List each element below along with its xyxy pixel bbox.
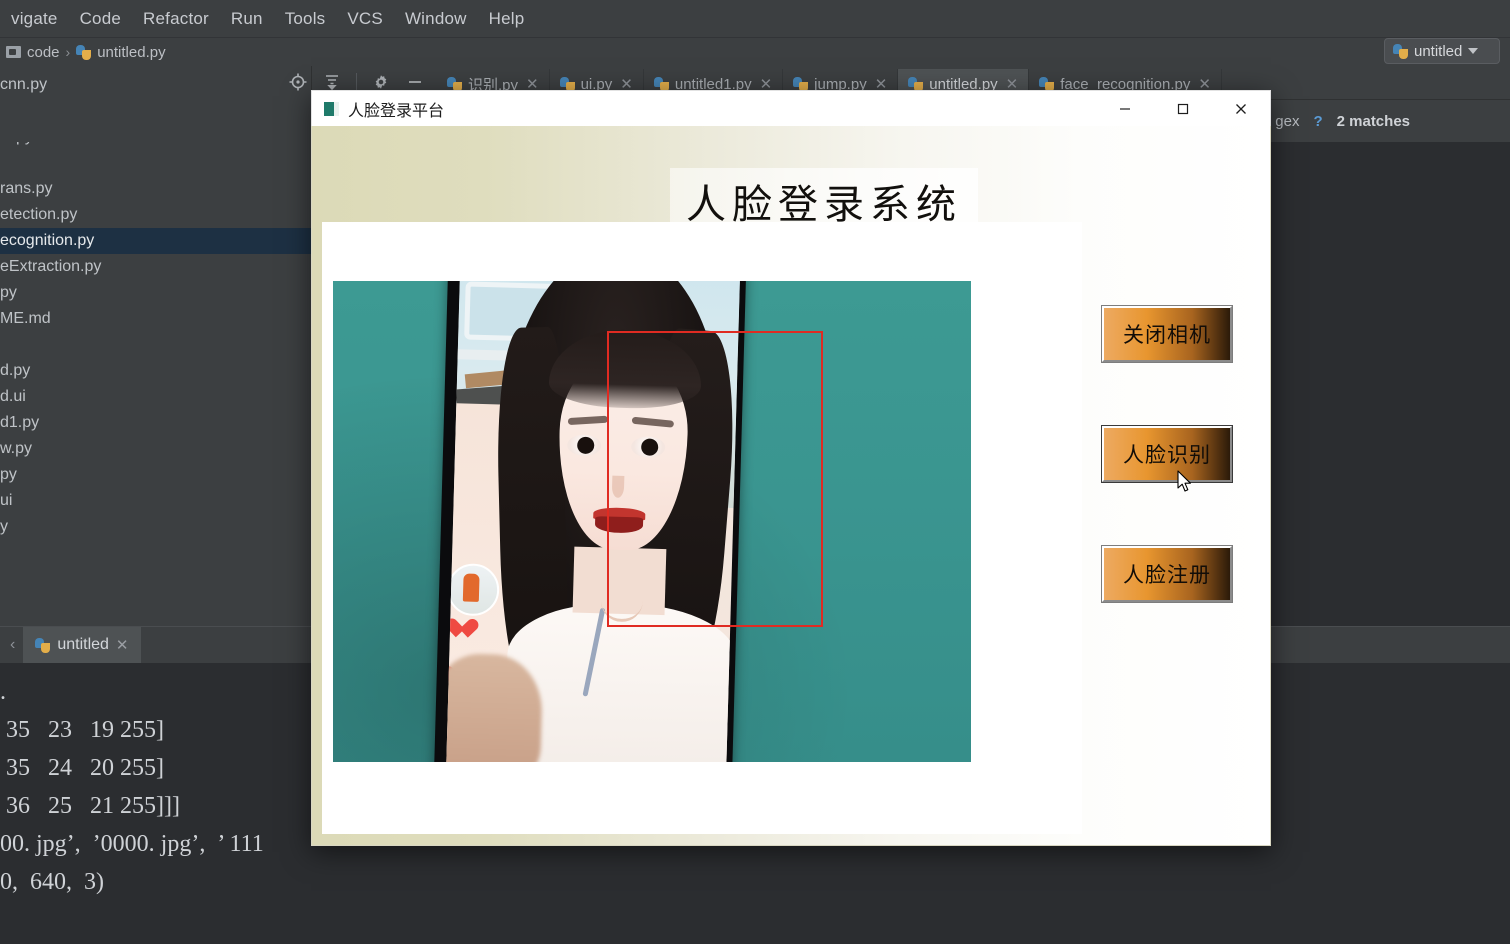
menu-bar: vigate Code Refactor Run Tools VCS Windo… — [0, 0, 1510, 38]
python-config-icon — [1393, 43, 1408, 59]
list-item[interactable]: etection.py — [0, 202, 311, 228]
face-register-button[interactable]: 人脸注册 — [1101, 545, 1233, 603]
file-label: w.py — [0, 440, 33, 457]
breadcrumb-separator-icon: › — [65, 44, 71, 60]
run-tab-label: untitled — [57, 636, 109, 653]
breadcrumb-root[interactable]: code — [27, 44, 60, 61]
file-label: y — [0, 518, 8, 535]
list-item[interactable]: py — [0, 280, 311, 306]
match-count-label: 2 matches — [1336, 112, 1410, 130]
menu-item-vcs[interactable]: VCS — [336, 9, 394, 29]
app-window-icon — [324, 101, 339, 116]
breadcrumb: code › untitled.py — [0, 38, 1510, 66]
menu-item-code[interactable]: Code — [69, 9, 132, 29]
dialog-body: 人脸登录系统 关闭相机 人脸识别 人脸注册 — [311, 126, 1271, 846]
button-label: 人脸注册 — [1123, 564, 1211, 587]
hide-icon[interactable] — [405, 72, 425, 92]
chevron-down-icon — [1468, 48, 1479, 54]
list-item[interactable]: w.py — [0, 436, 311, 462]
python-file-icon — [35, 637, 51, 653]
close-tab-icon[interactable]: ✕ — [116, 636, 129, 654]
list-item[interactable]: py — [0, 462, 311, 488]
list-item[interactable]: ME.md — [0, 306, 311, 332]
file-label: py — [0, 284, 17, 301]
window-controls — [1096, 91, 1270, 127]
video-panel — [322, 222, 1082, 834]
menu-item-window[interactable]: Window — [394, 9, 478, 29]
regex-option-label[interactable]: gex — [1275, 113, 1299, 130]
list-item-selected[interactable]: ecognition.py — [0, 228, 311, 254]
locate-icon[interactable] — [288, 72, 308, 92]
button-label: 人脸识别 — [1123, 444, 1211, 467]
divider — [356, 73, 357, 91]
list-item[interactable]: ui — [0, 488, 311, 514]
face-detection-box — [607, 331, 823, 627]
tab-run-untitled[interactable]: untitled ✕ — [23, 627, 141, 663]
menu-item-tools[interactable]: Tools — [274, 9, 337, 29]
file-label: rans.py — [0, 180, 53, 197]
breadcrumb-file[interactable]: untitled.py — [97, 44, 165, 61]
dialog-title: 人脸登录平台 — [348, 102, 445, 120]
list-item[interactable]: rans.py — [0, 176, 311, 202]
close-camera-button[interactable]: 关闭相机 — [1101, 305, 1233, 363]
list-item[interactable]: cnn.py — [0, 72, 311, 98]
dialog-title-bar[interactable]: 人脸登录平台 — [311, 90, 1271, 126]
list-item-spacer — [0, 332, 311, 358]
run-configuration-selector[interactable]: untitled — [1384, 38, 1500, 64]
list-item[interactable]: d.py — [0, 358, 311, 384]
folder-icon — [6, 46, 21, 58]
file-label: eExtraction.py — [0, 258, 102, 275]
collapse-all-icon[interactable] — [322, 72, 342, 92]
face-recognition-button[interactable]: 人脸识别 — [1101, 425, 1233, 483]
menu-item-help[interactable]: Help — [478, 9, 536, 29]
action-button-column: 关闭相机 人脸识别 人脸注册 — [1101, 305, 1252, 666]
file-label: etection.py — [0, 206, 78, 223]
list-item[interactable]: d.ui — [0, 384, 311, 410]
file-label: cnn.py — [0, 76, 48, 93]
list-item[interactable]: eExtraction.py — [0, 254, 311, 280]
heart-icon — [456, 619, 476, 638]
button-label: 关闭相机 — [1123, 324, 1211, 347]
file-label: d1.py — [0, 414, 40, 431]
file-label: d.py — [0, 362, 31, 379]
face-login-dialog[interactable]: 人脸登录平台 人脸登录系统 关闭相机 人脸识别 人脸注册 — [311, 90, 1271, 846]
menu-item-navigate[interactable]: vigate — [0, 9, 69, 29]
file-label: d.ui — [0, 388, 26, 405]
python-file-icon — [76, 44, 92, 60]
menu-item-refactor[interactable]: Refactor — [132, 9, 220, 29]
file-label: ME.md — [0, 310, 51, 327]
close-button[interactable] — [1212, 91, 1270, 127]
minimize-button[interactable] — [1096, 91, 1154, 127]
file-label: py — [0, 466, 17, 483]
menu-item-run[interactable]: Run — [220, 9, 274, 29]
file-label: ui — [0, 492, 13, 509]
screen: vigate Code Refactor Run Tools VCS Windo… — [0, 0, 1510, 944]
help-icon[interactable]: ? — [1313, 113, 1322, 130]
run-configuration-label: untitled — [1414, 42, 1463, 60]
maximize-button[interactable] — [1154, 91, 1212, 127]
camera-preview[interactable] — [333, 281, 971, 762]
list-item[interactable]: y — [0, 514, 311, 540]
list-item-spacer — [0, 150, 311, 176]
scroll-left-icon[interactable]: ‹ — [4, 636, 21, 654]
editor-gutter — [0, 100, 312, 142]
file-label: ecognition.py — [0, 232, 95, 249]
project-tool-window[interactable]: cnn.py t_tfrecords.py ls.py rans.py etec… — [0, 66, 312, 626]
list-item[interactable]: d1.py — [0, 410, 311, 436]
settings-gear-icon[interactable] — [371, 72, 391, 92]
